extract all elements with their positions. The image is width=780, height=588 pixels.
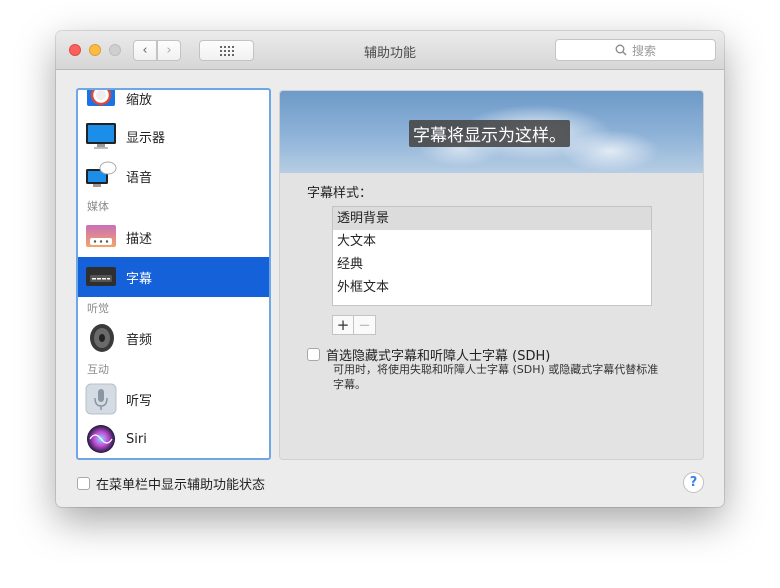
- style-item[interactable]: 大文本: [333, 230, 651, 253]
- sidebar-item-dictation[interactable]: 听写: [78, 379, 269, 419]
- sidebar-item-zoom[interactable]: 缩放: [78, 90, 269, 118]
- caption-style-label: 字幕样式：: [307, 186, 373, 201]
- sidebar-item-label: Siri: [126, 431, 147, 447]
- caption-style-list[interactable]: 透明背景 大文本 经典 外框文本: [332, 206, 652, 306]
- section-header-media: 媒体: [87, 200, 109, 213]
- sidebar-item-label: 语音: [126, 170, 153, 186]
- caption-sample-text: 字幕将显示为这样。: [409, 120, 570, 147]
- captions-panel: 字幕将显示为这样。 字幕样式： 透明背景 大文本 经典 外框文本 + − 首选隐…: [279, 90, 704, 460]
- add-style-button[interactable]: +: [332, 315, 354, 335]
- menu-bar-status-checkbox[interactable]: [77, 477, 90, 490]
- sidebar-item-label: 显示器: [126, 130, 166, 146]
- captions-icon: [85, 261, 117, 293]
- preferences-window: ‹ › 辅助功能 搜索 缩放 显示器 语音 媒体 描述 字幕 听觉 音频 互动 …: [56, 31, 724, 507]
- help-button[interactable]: ?: [683, 472, 704, 493]
- caption-preview: 字幕将显示为这样。: [280, 91, 703, 173]
- siri-icon: [85, 423, 117, 455]
- microphone-icon: [85, 383, 117, 415]
- style-add-remove: + −: [332, 315, 376, 335]
- remove-style-button[interactable]: −: [354, 315, 376, 335]
- sidebar-item-display[interactable]: 显示器: [78, 116, 269, 156]
- title-bar: ‹ › 辅助功能 搜索: [56, 31, 724, 70]
- sdh-checkbox[interactable]: [307, 348, 320, 361]
- display-icon: [85, 120, 117, 152]
- sidebar-item-label: 听写: [126, 393, 153, 409]
- style-item[interactable]: 外框文本: [333, 276, 651, 299]
- menu-bar-status-option[interactable]: 在菜单栏中显示辅助功能状态: [77, 474, 265, 493]
- speech-icon: [85, 160, 117, 192]
- style-item[interactable]: 经典: [333, 253, 651, 276]
- sidebar-item-label: 缩放: [126, 92, 153, 108]
- section-header-interaction: 互动: [87, 363, 109, 376]
- sidebar-item-audio[interactable]: 音频: [78, 318, 269, 358]
- search-icon: [615, 44, 627, 56]
- descriptions-icon: [85, 221, 117, 253]
- audio-icon: [85, 322, 117, 354]
- sidebar-item-descriptions[interactable]: 描述: [78, 217, 269, 257]
- sidebar-item-label: 字幕: [126, 271, 153, 287]
- sidebar-item-siri[interactable]: Siri: [78, 419, 269, 458]
- style-item[interactable]: 透明背景: [333, 207, 651, 230]
- question-mark-icon: ?: [689, 475, 698, 490]
- sidebar-list[interactable]: 缩放 显示器 语音 媒体 描述 字幕 听觉 音频 互动 听写 Siri: [76, 88, 271, 460]
- sidebar-item-captions[interactable]: 字幕: [78, 257, 269, 297]
- sdh-description: 可用时，将使用失聪和听障人士字幕 (SDH) 或隐藏式字幕代替标准字幕。: [333, 363, 659, 391]
- zoom-icon: [85, 90, 117, 114]
- search-field[interactable]: 搜索: [555, 39, 716, 61]
- menu-bar-status-label: 在菜单栏中显示辅助功能状态: [96, 478, 266, 493]
- sidebar-item-label: 音频: [126, 332, 153, 348]
- section-header-hearing: 听觉: [87, 302, 109, 315]
- search-placeholder: 搜索: [631, 43, 656, 58]
- sidebar-item-speech[interactable]: 语音: [78, 156, 269, 196]
- sidebar-item-label: 描述: [126, 231, 153, 247]
